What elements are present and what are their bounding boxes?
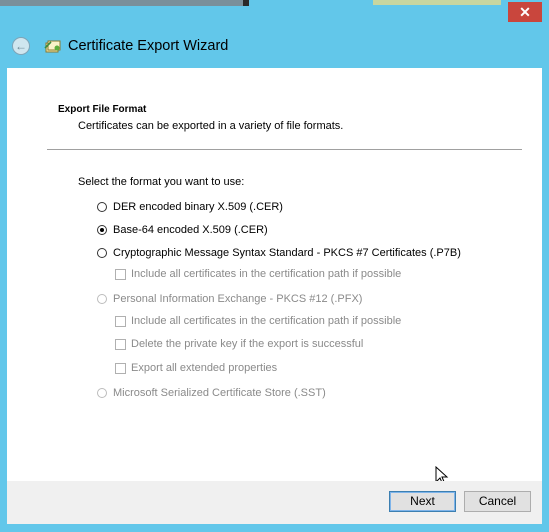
radio-pkcs7-label: Cryptographic Message Syntax Standard - … xyxy=(113,247,461,259)
header-separator xyxy=(47,149,522,150)
checkbox-icon xyxy=(115,362,126,374)
checkbox-pfx-delete-key-label: Delete the private key if the export is … xyxy=(131,338,364,350)
radio-base64[interactable]: Base-64 encoded X.509 (.CER) xyxy=(97,224,268,236)
section-title: Export File Format xyxy=(58,104,147,115)
back-arrow-icon: ← xyxy=(15,39,27,53)
close-button[interactable]: ✕ xyxy=(508,2,542,22)
background-window-strip xyxy=(0,0,243,6)
radio-base64-label: Base-64 encoded X.509 (.CER) xyxy=(113,224,268,236)
checkbox-pfx-export-extended-label: Export all extended properties xyxy=(131,362,278,374)
cancel-button[interactable]: Cancel xyxy=(464,491,531,512)
checkbox-pfx-include[interactable]: Include all certificates in the certific… xyxy=(115,315,401,327)
wizard-window: ✕ ← Certificate Export Wizard Export Fil… xyxy=(0,0,549,532)
section-description: Certificates can be exported in a variet… xyxy=(78,120,344,132)
checkbox-icon xyxy=(115,315,126,327)
wizard-title: Certificate Export Wizard xyxy=(68,38,229,54)
radio-sst[interactable]: Microsoft Serialized Certificate Store (… xyxy=(97,387,326,399)
checkbox-pkcs7-include-label: Include all certificates in the certific… xyxy=(131,268,402,280)
background-window-strip xyxy=(373,0,501,5)
radio-pkcs7[interactable]: Cryptographic Message Syntax Standard - … xyxy=(97,247,461,259)
radio-pfx-label: Personal Information Exchange - PKCS #12… xyxy=(113,293,363,305)
radio-button-icon xyxy=(97,388,107,398)
radio-der[interactable]: DER encoded binary X.509 (.CER) xyxy=(97,201,283,213)
checkbox-icon xyxy=(115,268,126,280)
radio-button-icon xyxy=(97,202,107,212)
format-prompt: Select the format you want to use: xyxy=(78,176,245,188)
wizard-footer xyxy=(7,481,542,524)
radio-der-label: DER encoded binary X.509 (.CER) xyxy=(113,201,283,213)
radio-sst-label: Microsoft Serialized Certificate Store (… xyxy=(113,387,326,399)
checkbox-pfx-delete-key[interactable]: Delete the private key if the export is … xyxy=(115,338,363,350)
radio-pfx[interactable]: Personal Information Exchange - PKCS #12… xyxy=(97,293,362,305)
certificate-wizard-icon xyxy=(44,40,61,53)
checkbox-icon xyxy=(115,338,126,350)
background-window-strip xyxy=(243,0,249,6)
checkbox-pfx-include-label: Include all certificates in the certific… xyxy=(131,315,402,327)
checkbox-pkcs7-include[interactable]: Include all certificates in the certific… xyxy=(115,268,401,280)
checkbox-pfx-export-extended[interactable]: Export all extended properties xyxy=(115,362,277,374)
radio-button-checked-icon xyxy=(97,225,107,235)
radio-button-icon xyxy=(97,248,107,258)
back-button[interactable]: ← xyxy=(12,37,30,55)
next-button[interactable]: Next xyxy=(389,491,456,512)
radio-button-icon xyxy=(97,294,107,304)
